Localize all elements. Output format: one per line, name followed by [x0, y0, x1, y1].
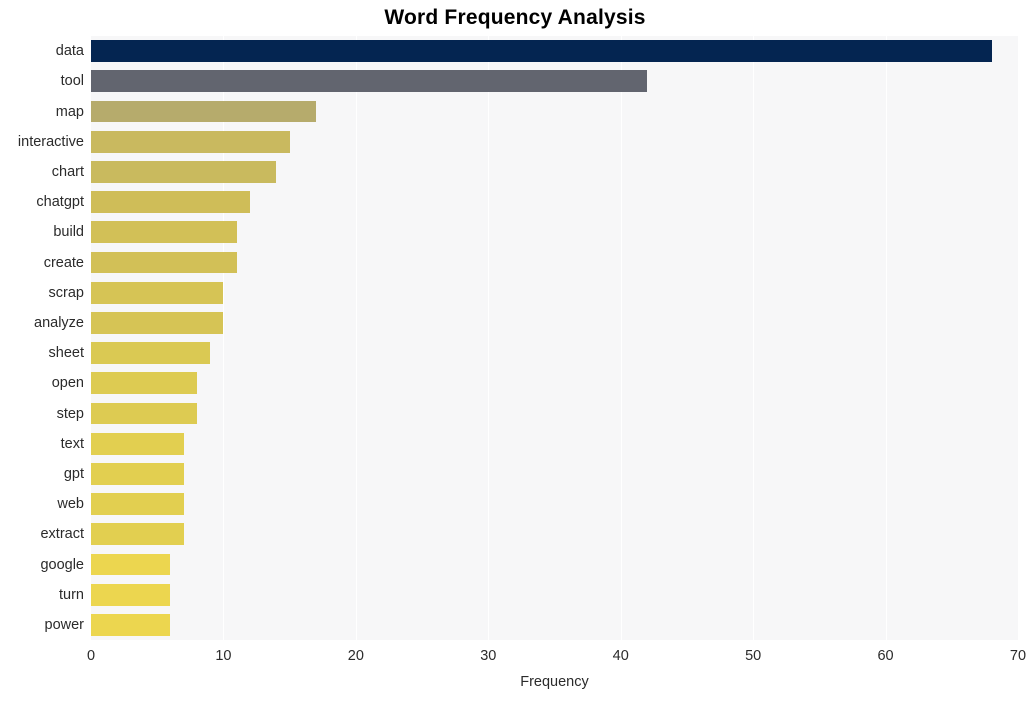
- y-tick-label-google: google: [40, 556, 84, 573]
- y-tick-label-tool: tool: [60, 73, 84, 90]
- y-tick-label-text: text: [60, 435, 84, 452]
- x-axis-tick-labels: 0 10 20 30 40 50 60 70: [0, 648, 1030, 670]
- x-tick-label-10: 10: [215, 648, 232, 664]
- y-tick-label-chart: chart: [51, 163, 84, 180]
- chart-figure: Word Frequency Analysis data tool map inter…: [0, 0, 1030, 701]
- y-tick-label-interactive: interactive: [17, 133, 84, 150]
- y-tick-label-sheet: sheet: [48, 345, 84, 362]
- y-tick-label-create: create: [43, 254, 84, 271]
- x-tick-label-20: 20: [347, 648, 364, 664]
- y-tick-label-open: open: [51, 375, 84, 392]
- x-tick-label-50: 50: [745, 648, 762, 664]
- y-tick-label-gpt: gpt: [63, 465, 84, 482]
- x-tick-label-40: 40: [612, 648, 629, 664]
- y-tick-label-data: data: [55, 43, 84, 60]
- y-tick-label-power: power: [44, 616, 85, 633]
- x-tick-label-30: 30: [480, 648, 497, 664]
- x-axis-label: Frequency: [520, 674, 589, 690]
- y-tick-label-extract: extract: [40, 526, 84, 543]
- y-axis-tick-labels: data tool map interactive chart chatgpt build c…: [0, 36, 1030, 640]
- y-tick-label-turn: turn: [59, 586, 84, 603]
- x-tick-label-0: 0: [86, 648, 96, 664]
- chart-title: Word Frequency Analysis: [384, 6, 646, 29]
- x-tick-label-60: 60: [877, 648, 894, 664]
- y-tick-label-step: step: [56, 405, 84, 422]
- x-tick-label-70: 70: [1009, 648, 1027, 664]
- y-tick-label-chatgpt: chatgpt: [36, 194, 84, 211]
- y-tick-label-analyze: analyze: [34, 314, 84, 331]
- y-tick-label-map: map: [55, 103, 84, 120]
- y-tick-label-build: build: [53, 224, 84, 241]
- y-tick-label-scrap: scrap: [48, 284, 84, 301]
- y-tick-label-web: web: [57, 496, 84, 513]
